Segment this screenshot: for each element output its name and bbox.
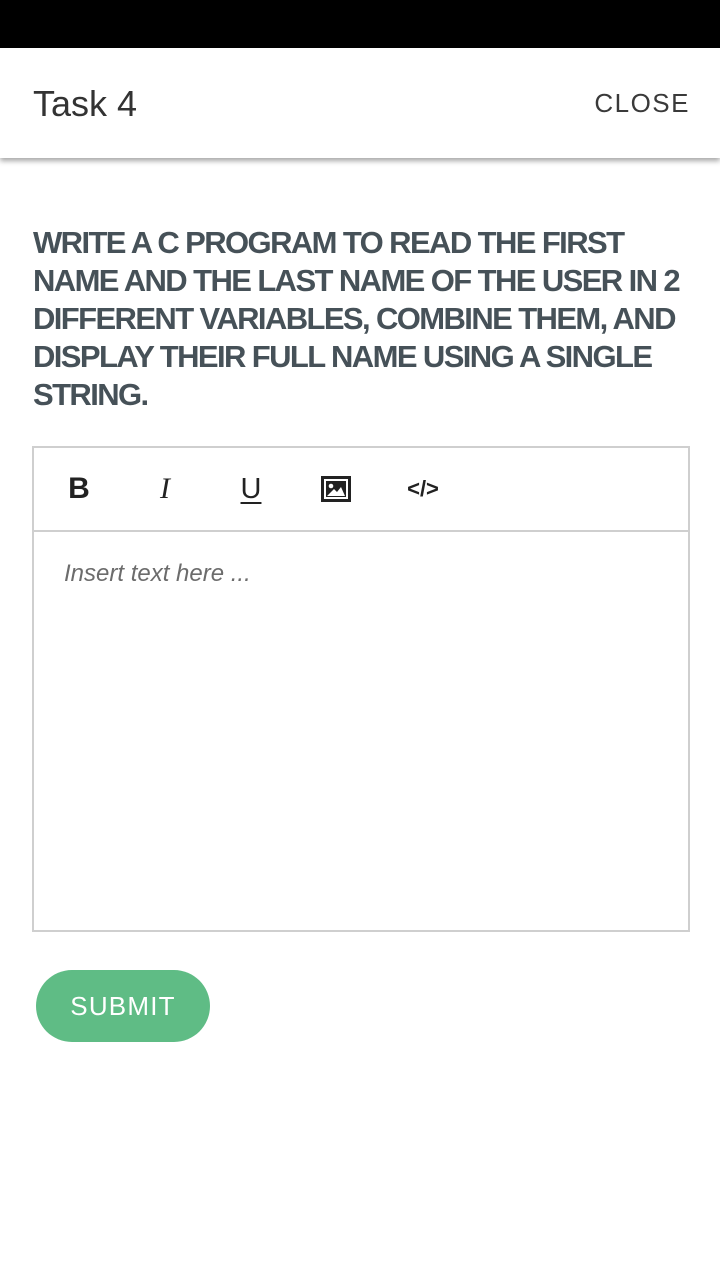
- rich-text-editor: B I U </> Insert text here ...: [32, 446, 690, 932]
- italic-button[interactable]: I: [148, 470, 182, 508]
- editor-text-area[interactable]: [34, 532, 688, 930]
- image-icon: [321, 476, 351, 502]
- status-bar: [0, 0, 720, 48]
- app-header: Task 4 CLOSE: [0, 48, 720, 158]
- underline-button[interactable]: U: [234, 470, 268, 508]
- task-question: WRITE A C PROGRAM TO READ THE FIRST NAME…: [33, 225, 681, 412]
- insert-image-button[interactable]: [319, 470, 353, 508]
- editor-toolbar: B I U </>: [34, 448, 688, 532]
- page-title: Task 4: [33, 83, 138, 124]
- submit-button[interactable]: SUBMIT: [36, 970, 210, 1042]
- code-button[interactable]: </>: [402, 470, 444, 508]
- bold-button[interactable]: B: [62, 470, 96, 508]
- editor-placeholder: Insert text here ...: [64, 560, 251, 587]
- close-button[interactable]: CLOSE: [594, 88, 690, 119]
